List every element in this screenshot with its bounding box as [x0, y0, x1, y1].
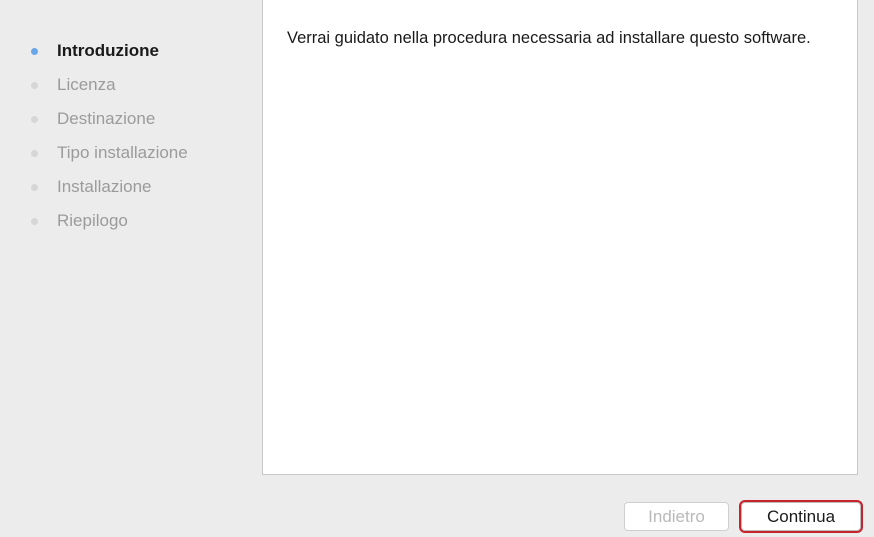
step-label: Riepilogo [57, 211, 128, 230]
back-button[interactable]: Indietro [624, 502, 729, 531]
content-pane: Verrai guidato nella procedura necessari… [262, 0, 858, 475]
installer-steps-sidebar: Introduzione Licenza Destinazione Tipo i… [0, 34, 262, 238]
pending-step-bullet-icon [31, 150, 38, 157]
step-destinazione: Destinazione [0, 102, 262, 136]
installer-window: Introduzione Licenza Destinazione Tipo i… [0, 0, 874, 537]
step-tipo-installazione: Tipo installazione [0, 136, 262, 170]
pending-step-bullet-icon [31, 218, 38, 225]
pending-step-bullet-icon [31, 82, 38, 89]
continue-button[interactable]: Continua [739, 500, 863, 533]
introduction-text: Verrai guidato nella procedura necessari… [287, 29, 811, 47]
step-installazione: Installazione [0, 170, 262, 204]
step-licenza: Licenza [0, 68, 262, 102]
step-label: Licenza [57, 75, 116, 94]
step-label: Installazione [57, 177, 152, 196]
step-label: Destinazione [57, 109, 156, 128]
step-label: Introduzione [57, 41, 159, 60]
current-step-bullet-icon [31, 48, 38, 55]
step-label: Tipo installazione [57, 143, 188, 162]
pending-step-bullet-icon [31, 184, 38, 191]
pending-step-bullet-icon [31, 116, 38, 123]
step-introduzione: Introduzione [0, 34, 262, 68]
step-riepilogo: Riepilogo [0, 204, 262, 238]
